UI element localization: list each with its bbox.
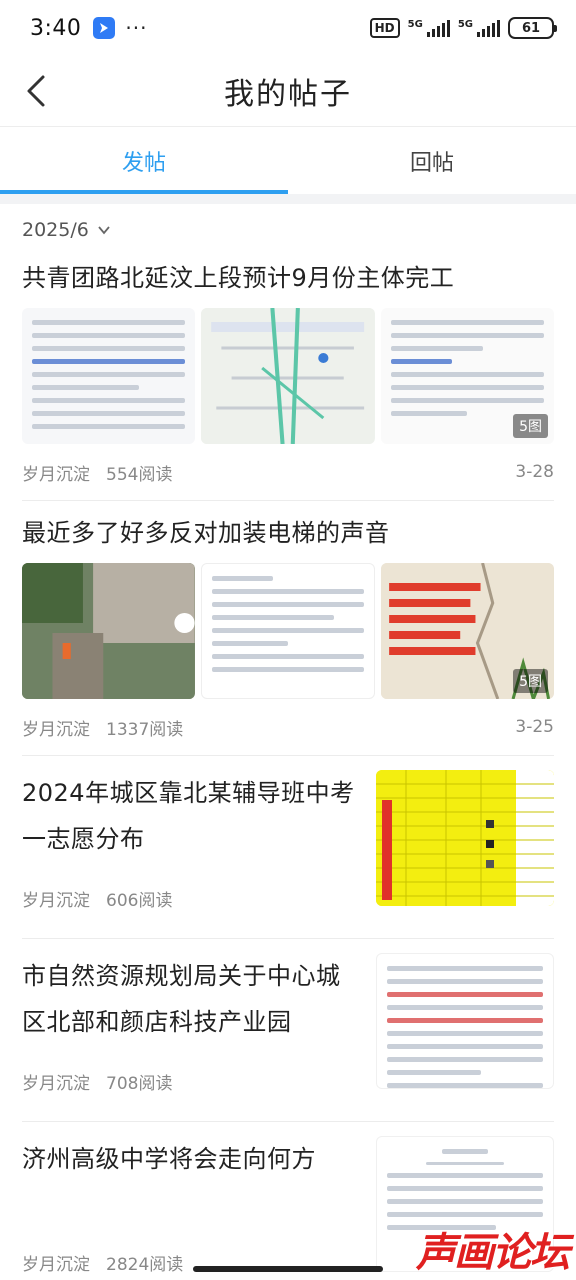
back-button[interactable] (14, 68, 60, 114)
tab-posts[interactable]: 发帖 (0, 127, 288, 194)
post-reads: 708阅读 (106, 1073, 173, 1094)
post-author: 岁月沉淀 (22, 719, 90, 740)
post-images: 5图 (22, 563, 555, 699)
signal-icon-1: 5G (408, 19, 450, 37)
image-count-badge: 5图 (513, 414, 548, 438)
post-image[interactable] (201, 308, 375, 444)
post-author: 岁月沉淀 (22, 464, 90, 485)
app-notification-icon (93, 17, 116, 39)
home-indicator[interactable] (193, 1266, 383, 1272)
post-image[interactable] (200, 563, 376, 699)
back-arrow-icon (27, 75, 45, 107)
battery-icon: 61 (508, 17, 557, 39)
post-reads: 2824阅读 (106, 1254, 184, 1275)
forum-watermark-logo: 声画论坛 (416, 1230, 570, 1276)
status-bar: 3:40 ··· HD 5G 5G 61 (0, 0, 576, 56)
post-title: 济州高级中学将会走向何方 (22, 1145, 316, 1173)
post-image[interactable] (22, 308, 196, 444)
post-title: 市自然资源规划局关于中心城区北部和颜店科技产业园 (22, 962, 341, 1036)
network-label-1: 5G (407, 19, 423, 30)
post-meta: 岁月沉淀 1337阅读 3-25 (22, 699, 554, 755)
post-author: 岁月沉淀 (22, 1254, 90, 1275)
post-item[interactable]: 最近多了好多反对加装电梯的声音 5图 岁月沉淀 1337阅读 3-25 (0, 501, 576, 755)
post-title: 2024年城区靠北某辅导班中考一志愿分布 (22, 779, 355, 853)
post-image[interactable] (376, 953, 554, 1089)
post-item[interactable]: 市自然资源规划局关于中心城区北部和颜店科技产业园 岁月沉淀 708阅读 (0, 939, 576, 1109)
hd-voice-icon: HD (369, 18, 400, 38)
tab-bar: 发帖 回帖 (0, 126, 576, 194)
month-filter[interactable]: 2025/6 (0, 204, 576, 256)
post-date: 3-25 (515, 717, 554, 737)
post-meta: 岁月沉淀 606阅读 (22, 870, 362, 926)
month-label: 2025/6 (22, 219, 89, 241)
post-meta: 岁月沉淀 2824阅读 (22, 1234, 362, 1280)
post-image[interactable]: 5图 (381, 563, 555, 699)
post-image[interactable] (376, 770, 554, 906)
post-date: 3-28 (515, 462, 554, 482)
page-title: 我的帖子 (224, 77, 352, 112)
post-image[interactable]: 5图 (380, 308, 554, 444)
post-images: 5图 (22, 308, 554, 444)
post-author: 岁月沉淀 (22, 1073, 90, 1094)
image-count-badge: 5图 (513, 669, 549, 693)
signal-icon-2: 5G (458, 19, 500, 37)
status-time: 3:40 (30, 15, 82, 41)
network-label-2: 5G (457, 19, 473, 30)
post-image[interactable] (22, 563, 195, 699)
post-title: 最近多了好多反对加装电梯的声音 (22, 519, 390, 547)
post-item[interactable]: 共青团路北延汶上段预计9月份主体完工 5图 岁月沉淀 554阅读 3-28 (0, 256, 576, 500)
nav-bar: 我的帖子 (0, 56, 576, 126)
post-reads: 1337阅读 (106, 719, 184, 740)
chevron-down-icon (98, 226, 110, 235)
more-notifications-icon: ··· (125, 16, 148, 40)
post-title: 共青团路北延汶上段预计9月份主体完工 (22, 264, 455, 292)
post-author: 岁月沉淀 (22, 890, 90, 911)
post-reads: 606阅读 (106, 890, 173, 911)
post-meta: 岁月沉淀 708阅读 (22, 1053, 362, 1109)
post-reads: 554阅读 (106, 464, 173, 485)
section-divider (0, 194, 576, 204)
post-meta: 岁月沉淀 554阅读 3-28 (22, 444, 554, 500)
post-item[interactable]: 2024年城区靠北某辅导班中考一志愿分布 岁月沉淀 606阅读 (0, 756, 576, 926)
tab-replies[interactable]: 回帖 (288, 127, 576, 194)
